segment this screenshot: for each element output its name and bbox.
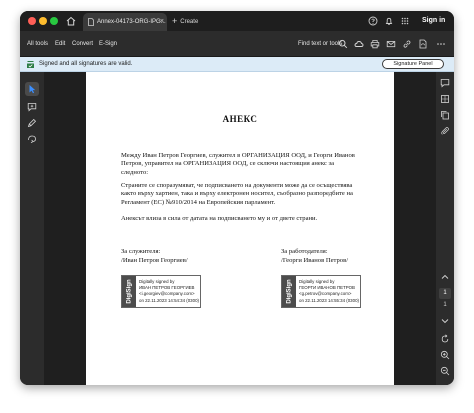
search-icon[interactable] — [338, 39, 348, 49]
bell-icon[interactable] — [384, 16, 394, 26]
title-bar: Annex-04173-ORG-IPG... × + Create Sign in — [20, 11, 454, 31]
home-icon[interactable] — [65, 15, 77, 27]
highlight-pen-icon — [27, 118, 37, 128]
signature-panel-button[interactable]: Signature Panel — [382, 59, 444, 69]
employer-signature-field[interactable]: DigiSign Digitally signed by ГЕОРГИ ИВАН… — [281, 275, 361, 308]
draw-tool-button[interactable] — [25, 132, 39, 146]
rotate-icon[interactable] — [440, 334, 450, 344]
menu-convert[interactable]: Convert — [72, 38, 93, 50]
employee-signature-details: Digitally signed by ИВАН ПЕТРОВ ГЕОРГИЕВ… — [139, 279, 199, 303]
document-icon — [88, 18, 94, 26]
more-options-icon[interactable] — [436, 39, 446, 49]
select-tool-button[interactable] — [25, 82, 39, 96]
paragraph-parties: Между Иван Петров Георгиев, служител в О… — [121, 152, 355, 176]
menu-all-tools[interactable]: All tools — [27, 38, 48, 50]
signature-valid-icon — [27, 61, 34, 68]
employer-label: За работодателя: — [281, 248, 328, 255]
draw-shape-icon — [28, 135, 36, 143]
left-tool-rail — [20, 72, 44, 385]
digisign-logo-icon: DigiSign — [127, 279, 133, 304]
paragraph-agreement: Страните се споразумяват, че подписванет… — [121, 182, 353, 206]
employee-label: За служителя: — [121, 248, 161, 255]
menu-edit[interactable]: Edit — [55, 38, 65, 50]
window-zoom-button[interactable] — [50, 17, 58, 25]
document-title: АНЕКС — [222, 114, 258, 124]
zoom-in-icon[interactable] — [440, 350, 450, 360]
select-pointer-icon — [29, 85, 36, 94]
signature-status-bar: Signed and all signatures are valid. Sig… — [20, 57, 454, 72]
window-minimize-button[interactable] — [39, 17, 47, 25]
total-pages: 1 — [443, 302, 447, 308]
link-icon[interactable] — [402, 39, 412, 49]
pdf-icon[interactable] — [418, 39, 428, 49]
add-comment-tool-button[interactable] — [25, 100, 39, 114]
attachments-icon[interactable] — [440, 126, 450, 136]
zoom-out-icon[interactable] — [440, 366, 450, 376]
paragraph-effective: Анексът влиза в сила от датата на подпис… — [121, 215, 318, 222]
tab-close-icon[interactable]: × — [160, 13, 164, 31]
employer-signature-details: Digitally signed by ГЕОРГИ ИВАНОВ ПЕТРОВ… — [299, 279, 359, 303]
plus-icon: + — [172, 16, 178, 26]
highlight-tool-button[interactable] — [25, 116, 39, 130]
document-viewport[interactable]: АНЕКС Между Иван Петров Георгиев, служит… — [44, 72, 436, 385]
svg-text:DigiSign: DigiSign — [287, 279, 293, 304]
employee-name: /Иван Петров Георгиев/ — [121, 257, 188, 264]
signature-status-text: Signed and all signatures are valid. — [39, 61, 133, 67]
document-tab[interactable]: Annex-04173-ORG-IPG... × — [83, 13, 167, 31]
pages-icon[interactable] — [440, 94, 450, 104]
create-tab-label: Create — [180, 19, 199, 25]
right-tool-rail: 1 1 — [436, 72, 454, 385]
help-icon[interactable] — [368, 16, 378, 26]
comments-icon[interactable] — [440, 78, 450, 88]
create-tab-button[interactable]: + Create — [172, 15, 198, 27]
employee-signature-field[interactable]: DigiSign Digitally signed by ИВАН ПЕТРОВ… — [121, 275, 201, 308]
find-text-or-tools[interactable]: Find text or tools — [298, 38, 342, 50]
current-page-input[interactable]: 1 — [439, 288, 451, 299]
svg-text:DigiSign: DigiSign — [127, 279, 133, 304]
print-icon[interactable] — [370, 39, 380, 49]
digisign-logo-icon: DigiSign — [287, 279, 293, 304]
menu-e-sign[interactable]: E-Sign — [99, 38, 117, 50]
apps-grid-icon[interactable] — [400, 16, 410, 26]
tab-title: Annex-04173-ORG-IPG... — [97, 19, 166, 25]
mail-icon[interactable] — [386, 39, 396, 49]
digisign-stamp: DigiSign — [282, 276, 296, 307]
cloud-icon[interactable] — [354, 39, 364, 49]
pdf-page: АНЕКС Между Иван Петров Георгиев, служит… — [86, 72, 394, 385]
window-close-button[interactable] — [28, 17, 36, 25]
page-down-icon[interactable] — [440, 316, 450, 326]
sign-in-button[interactable]: Sign in — [422, 15, 445, 27]
page-up-icon[interactable] — [440, 272, 450, 282]
app-window: Annex-04173-ORG-IPG... × + Create Sign in… — [20, 11, 454, 385]
menu-bar: All tools Edit Convert E-Sign Find text … — [20, 31, 454, 57]
digisign-stamp: DigiSign — [122, 276, 136, 307]
comment-add-icon — [27, 103, 37, 112]
copy-icon[interactable] — [440, 110, 450, 120]
employer-name: /Георги Иванов Петров/ — [281, 257, 349, 264]
